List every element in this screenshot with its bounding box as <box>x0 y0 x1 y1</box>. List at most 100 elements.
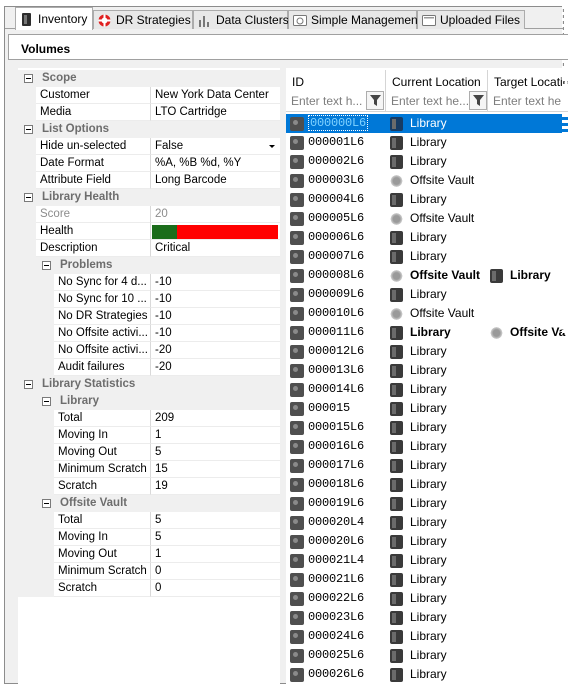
category-offsite-vault[interactable]: Offsite Vault <box>18 495 280 512</box>
prop-score[interactable]: Score 20 <box>18 206 280 223</box>
table-row[interactable]: 000017L6 Library <box>286 456 568 475</box>
table-row[interactable]: 000005L6 Offsite Vault <box>286 209 568 228</box>
prop-customer[interactable]: Customer New York Data Center <box>18 87 280 104</box>
table-row[interactable]: 000004L6 Library <box>286 190 568 209</box>
filter-icon[interactable] <box>366 91 384 110</box>
tape-icon <box>290 421 304 435</box>
prop-row[interactable]: No Offsite activi... -10 <box>18 325 280 342</box>
prop-row[interactable]: No Sync for 4 d... -10 <box>18 274 280 291</box>
library-icon <box>390 649 403 663</box>
prop-value: 1 <box>151 546 280 563</box>
table-row[interactable]: 000019L6 Library <box>286 494 568 513</box>
filter-id[interactable]: Enter text h... <box>286 90 386 112</box>
tape-icon <box>290 193 304 207</box>
table-row[interactable]: 000016L6 Library <box>286 437 568 456</box>
table-row[interactable]: 000014L6 Library <box>286 380 568 399</box>
table-row[interactable]: 000020L6 Library <box>286 532 568 551</box>
table-row[interactable]: 000015 Library <box>286 399 568 418</box>
table-row[interactable]: 000001L6 Library <box>286 133 568 152</box>
table-row[interactable]: 000009L6 Library <box>286 285 568 304</box>
prop-row[interactable]: Total 209 <box>18 410 280 427</box>
table-row[interactable]: 000020L4 Library <box>286 513 568 532</box>
library-icon <box>390 630 403 644</box>
table-row[interactable]: 000024L6 Library <box>286 627 568 646</box>
collapse-icon[interactable] <box>42 397 51 406</box>
table-row[interactable]: 000011L6 Library Offsite Va <box>286 323 568 342</box>
tab-inventory[interactable]: Inventory <box>15 7 93 30</box>
column-header-target-location[interactable]: Target Locatio <box>488 70 568 90</box>
prop-row[interactable]: Scratch 19 <box>18 478 280 495</box>
table-row[interactable]: 000003L6 Offsite Vault <box>286 171 568 190</box>
table-row[interactable]: 000022L6 Library <box>286 589 568 608</box>
category-list-options[interactable]: List Options <box>18 121 280 138</box>
tab-dr-strategies[interactable]: DR Strategies <box>93 10 193 29</box>
table-row[interactable]: 000018L6 Library <box>286 475 568 494</box>
filter-target-location[interactable]: Enter text he <box>488 90 568 112</box>
prop-value: -10 <box>151 325 280 342</box>
table-row[interactable]: 000000L6 Library <box>286 114 568 133</box>
table-row[interactable]: 000006L6 Library <box>286 228 568 247</box>
prop-name: Minimum Scratch <box>54 461 151 478</box>
collapse-icon[interactable] <box>42 499 51 508</box>
prop-media[interactable]: Media LTO Cartridge <box>18 104 280 121</box>
prop-row[interactable]: Minimum Scratch 0 <box>18 563 280 580</box>
table-row[interactable]: 000013L6 Library <box>286 361 568 380</box>
table-row[interactable]: 000023L6 Library <box>286 608 568 627</box>
prop-value: 5 <box>151 444 280 461</box>
prop-row[interactable]: Moving In 5 <box>18 529 280 546</box>
prop-row[interactable]: Moving Out 5 <box>18 444 280 461</box>
collapse-icon[interactable] <box>24 380 33 389</box>
prop-row[interactable]: No Sync for 10 ... -10 <box>18 291 280 308</box>
volume-id: 000004L6 <box>308 192 365 206</box>
lifebuoy-icon <box>98 14 111 27</box>
filter-current-location[interactable]: Enter text he... <box>386 90 488 112</box>
table-row[interactable]: 000008L6 Offsite Vault Library <box>286 266 568 285</box>
volume-id: 000024L6 <box>308 629 365 643</box>
collapse-icon[interactable] <box>24 125 33 134</box>
table-row[interactable]: 000021L6 Library <box>286 570 568 589</box>
prop-row[interactable]: No Offsite activi... -20 <box>18 342 280 359</box>
prop-row[interactable]: Total 5 <box>18 512 280 529</box>
category-problems[interactable]: Problems <box>18 257 280 274</box>
current-location-cell: Library <box>390 551 486 570</box>
prop-row[interactable]: Minimum Scratch 15 <box>18 461 280 478</box>
prop-health[interactable]: Health <box>18 223 280 240</box>
table-row[interactable]: 000015L6 Library <box>286 418 568 437</box>
table-row[interactable]: 000012L6 Library <box>286 342 568 361</box>
table-row[interactable]: 000007L6 Library <box>286 247 568 266</box>
table-row[interactable]: 000002L6 Library <box>286 152 568 171</box>
tab-uploaded-files[interactable]: Uploaded Files <box>417 10 525 29</box>
category-library-statistics[interactable]: Library Statistics <box>18 376 280 393</box>
category-scope[interactable]: Scope <box>18 70 280 87</box>
collapse-icon[interactable] <box>42 261 51 270</box>
table-row[interactable]: 000025L6 Library <box>286 646 568 665</box>
tab-simple-management[interactable]: Simple Management <box>288 10 421 29</box>
table-row[interactable]: 000026L6 Library <box>286 665 568 684</box>
prop-date-format[interactable]: Date Format %A, %B %d, %Y <box>18 155 280 172</box>
column-header-current-location[interactable]: Current Location <box>386 70 488 90</box>
prop-value: -20 <box>151 342 280 359</box>
current-location-cell: Library <box>390 494 486 513</box>
current-location-cell: Library <box>390 646 486 665</box>
filter-icon[interactable] <box>469 91 487 110</box>
tab-data-clusters[interactable]: Data Clusters <box>193 10 289 29</box>
collapse-icon[interactable] <box>24 74 33 83</box>
dropdown-arrow-icon[interactable] <box>269 145 275 148</box>
current-location-cell: Library <box>390 456 486 475</box>
column-header-id[interactable]: ID <box>286 70 386 90</box>
prop-row[interactable]: Moving Out 1 <box>18 546 280 563</box>
collapse-icon[interactable] <box>24 193 33 202</box>
prop-row[interactable]: Moving In 1 <box>18 427 280 444</box>
prop-attribute-field[interactable]: Attribute Field Long Barcode <box>18 172 280 189</box>
table-row[interactable]: 000010L6 Offsite Vault <box>286 304 568 323</box>
tape-icon <box>290 459 304 473</box>
prop-description[interactable]: Description Critical <box>18 240 280 257</box>
prop-hide-unselected[interactable]: Hide un-selected False <box>18 138 280 155</box>
prop-row[interactable]: Scratch 0 <box>18 580 280 597</box>
category-library[interactable]: Library <box>18 393 280 410</box>
table-row[interactable]: 000021L4 Library <box>286 551 568 570</box>
tab-label: Data Clusters <box>216 13 289 27</box>
prop-row[interactable]: Audit failures -20 <box>18 359 280 376</box>
prop-row[interactable]: No DR Strategies -10 <box>18 308 280 325</box>
category-library-health[interactable]: Library Health <box>18 189 280 206</box>
